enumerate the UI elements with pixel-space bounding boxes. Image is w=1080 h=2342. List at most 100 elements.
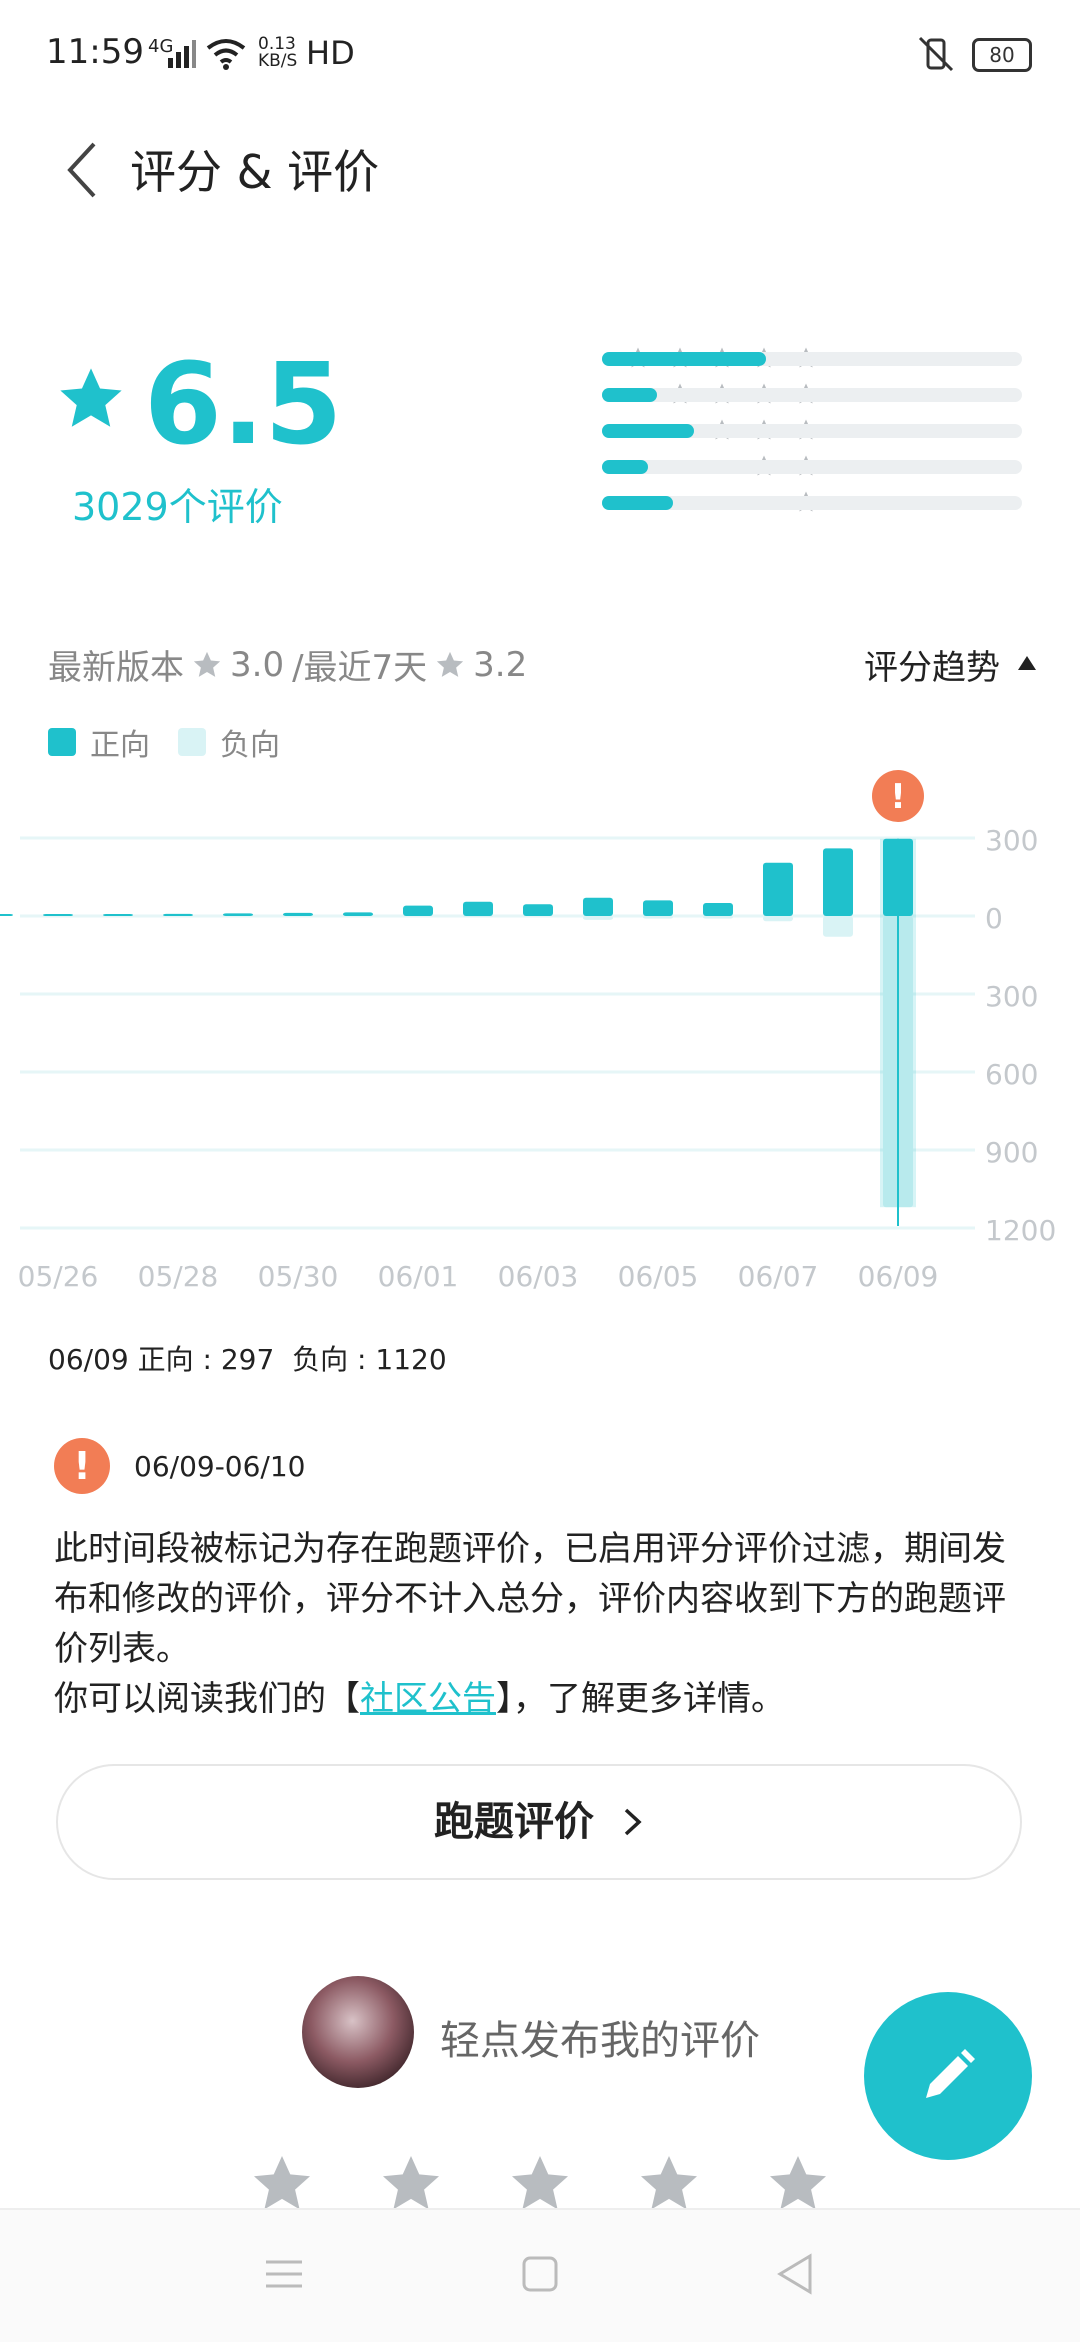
network-speed: 0.13 KB/S [258, 36, 297, 70]
bar-positive [643, 900, 673, 916]
star-icon [60, 368, 122, 427]
status-bar: 11:59 4G 0.13 KB/S HD 80 [0, 0, 1080, 110]
community-announcement-link[interactable]: 社区公告 [360, 1679, 496, 1719]
rating-distribution [380, 346, 1040, 526]
bar-positive [763, 862, 793, 916]
bar-positive [223, 913, 253, 916]
x-tick-label: 06/05 [618, 1260, 699, 1293]
selected-day-info: 06/09 正向 : 297 负向 : 1120 [48, 1343, 447, 1376]
x-tick-label: 06/01 [378, 1260, 459, 1293]
back-arrow-icon[interactable] [62, 140, 102, 200]
pencil-icon [926, 2049, 975, 2098]
rate-star-3-icon[interactable] [508, 2152, 572, 2216]
menu-icon[interactable] [260, 2250, 308, 2298]
bar-negative [763, 916, 793, 922]
system-nav-bar [0, 2208, 1080, 2342]
hd-indicator: HD [306, 34, 355, 72]
rating-trend-toggle[interactable]: 评分趋势 [864, 640, 1000, 689]
bar-positive [703, 903, 733, 916]
triangle-up-icon[interactable] [1018, 656, 1036, 670]
bar-negative [583, 916, 613, 920]
rate-star-2-icon[interactable] [379, 2152, 443, 2216]
rate-star-5-icon[interactable] [766, 2152, 830, 2216]
x-tick-label: 05/28 [138, 1260, 219, 1293]
avatar[interactable] [302, 1976, 414, 2088]
distribution-bar-track [602, 352, 1022, 366]
bar-positive [463, 901, 493, 916]
legend-negative-swatch [178, 728, 206, 756]
exclamation-icon: ! [54, 1438, 110, 1494]
battery-indicator: 80 [972, 38, 1032, 72]
distribution-bar-track [602, 388, 1022, 402]
y-tick-label: 300 [985, 980, 1038, 1013]
distribution-bar-track [602, 460, 1022, 474]
selected-negative-label: 负向 [292, 1343, 349, 1376]
write-review-prompt[interactable]: 轻点发布我的评价 [440, 2008, 760, 2066]
y-tick-label: 600 [985, 1058, 1038, 1091]
exclamation-mark: ! [890, 777, 906, 817]
star-icon [437, 651, 464, 677]
chevron-right-icon [624, 1808, 642, 1836]
notice-date-range: 06/09-06/10 [134, 1450, 306, 1483]
legend-positive-swatch [48, 728, 76, 756]
bar-positive [583, 897, 613, 916]
x-tick-label: 06/09 [858, 1260, 939, 1293]
distribution-bar-fill [602, 388, 657, 402]
bar-positive [163, 913, 193, 916]
back-triangle-icon[interactable] [772, 2250, 820, 2298]
bar-positive [283, 912, 313, 916]
bar-positive [343, 912, 373, 916]
status-time: 11:59 [46, 32, 144, 72]
latest-version-score: 3.0 [230, 644, 285, 685]
chart-legend: 正向 负向 [48, 720, 280, 764]
distribution-bar-track [602, 424, 1022, 438]
write-review-fab[interactable] [864, 1992, 1032, 2160]
selected-negative-value: 1120 [375, 1343, 447, 1376]
selected-positive-value: 297 [220, 1343, 275, 1376]
y-tick-label: 0 [985, 902, 1003, 935]
rate-star-4-icon[interactable] [637, 2152, 701, 2216]
legend-positive-label: 正向 [90, 728, 150, 763]
legend-negative-label: 负向 [220, 728, 280, 763]
notice-link-prefix: 你可以阅读我们的【 [54, 1679, 360, 1719]
home-icon[interactable] [516, 2250, 564, 2298]
y-tick-label: 1200 [985, 1214, 1056, 1247]
vibrate-mute-icon [918, 36, 954, 72]
latest-version-label: 最新版本 [48, 648, 184, 688]
notice-paragraph: 此时间段被标记为存在跑题评价，已启用评分评价过滤，期间发布和修改的评价，评分不计… [54, 1529, 1006, 1669]
bar-positive [523, 904, 553, 916]
bar-negative [463, 916, 493, 918]
rating-trend-chart[interactable]: 300 0 300 600 900 1200 05/26 05/28 05/30 06/01 06/… [0, 770, 1080, 1300]
recent-7days-label: /最近7天 [292, 648, 428, 688]
x-tick-label: 06/07 [738, 1260, 819, 1293]
off-topic-reviews-button[interactable]: 跑题评价 [56, 1764, 1022, 1880]
average-score: 6.5 [144, 340, 343, 470]
distribution-bar-track [602, 496, 1022, 510]
notice-link-line: 你可以阅读我们的【社区公告】，了解更多详情。 [54, 1674, 1034, 1724]
distribution-bar-fill [602, 424, 695, 438]
distribution-row-3-star [380, 418, 1040, 442]
distribution-bar-fill [602, 496, 674, 510]
version-rating-row: 最新版本 3.0 /最近7天 3.2 [48, 640, 527, 689]
y-tick-label: 900 [985, 1136, 1038, 1169]
off-topic-button-label: 跑题评价 [434, 1799, 595, 1845]
recent-7days-score: 3.2 [473, 644, 528, 685]
distribution-bar-fill [602, 460, 649, 474]
rate-star-1-icon[interactable] [250, 2152, 314, 2216]
bar-positive [0, 914, 13, 916]
x-tick-label: 06/03 [498, 1260, 579, 1293]
notice-text: 此时间段被标记为存在跑题评价，已启用评分评价过滤，期间发布和修改的评价，评分不计… [54, 1524, 1034, 1724]
rate-stars[interactable] [250, 2152, 830, 2212]
x-tick-label: 05/30 [258, 1260, 339, 1293]
wifi-icon [206, 39, 246, 70]
distribution-row-5-star [380, 346, 1040, 370]
distribution-row-4-star [380, 382, 1040, 406]
bar-negative [643, 916, 673, 919]
y-tick-label: 300 [985, 824, 1038, 857]
bar-positive [43, 914, 73, 916]
selected-positive-label: 正向 [137, 1343, 194, 1376]
page-title: 评分 & 评价 [130, 145, 380, 199]
star-icon [193, 651, 221, 677]
bar-positive [103, 914, 133, 916]
rating-count: 3029个评价 [72, 485, 283, 529]
